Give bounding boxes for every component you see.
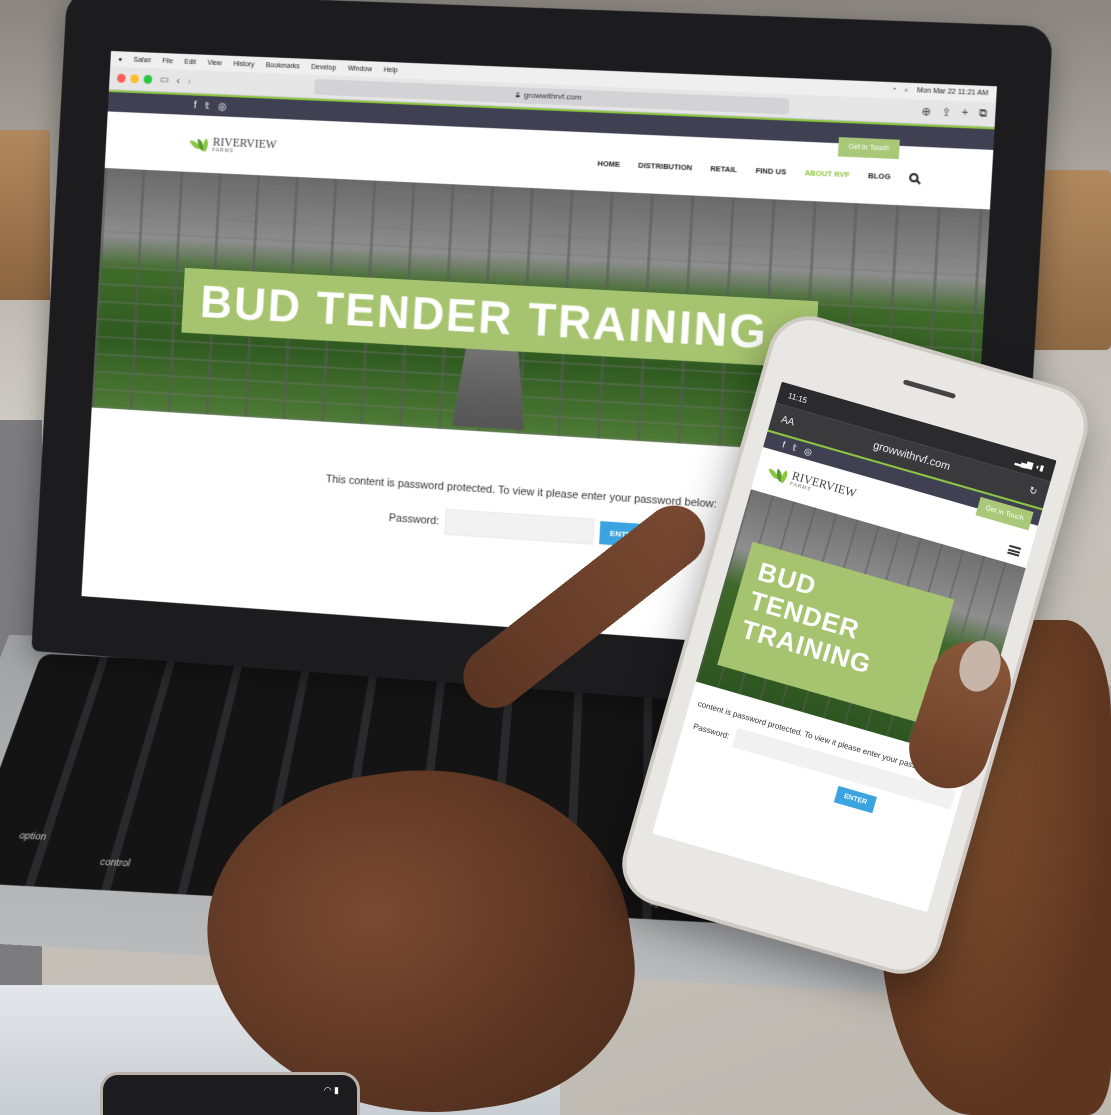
menu-file[interactable]: File [162, 57, 173, 64]
nav-home[interactable]: HOME [597, 159, 620, 169]
wood-shelf-left [0, 130, 50, 300]
get-in-touch-button[interactable]: Get in Touch [837, 137, 900, 160]
second-phone: ◠ ▮ [100, 1072, 360, 1115]
address-bar-url: growwithrvf.com [523, 90, 582, 102]
phone-facebook-icon[interactable]: f [781, 439, 786, 449]
greenhouse-walkway [451, 339, 524, 431]
password-input[interactable] [444, 508, 595, 545]
phone-leaf-logo-icon [768, 465, 791, 484]
menu-develop[interactable]: Develop [311, 63, 336, 71]
sidebar-icon[interactable]: ▭ [160, 75, 170, 86]
text-size-button[interactable]: AA [780, 414, 796, 428]
menu-bookmarks[interactable]: Bookmarks [266, 62, 300, 70]
menu-window[interactable]: Window [348, 65, 373, 73]
menu-safari[interactable]: Safari [133, 56, 151, 64]
phone-twitter-icon[interactable]: 𝕥 [791, 442, 798, 454]
new-tab-icon[interactable]: + [961, 106, 968, 120]
nav-distribution[interactable]: DISTRIBUTION [638, 161, 692, 172]
twitter-icon[interactable]: 𝕥 [205, 100, 210, 111]
menu-history[interactable]: History [233, 60, 254, 68]
menu-view[interactable]: View [207, 59, 222, 66]
password-label: Password: [388, 512, 440, 528]
nav-retail[interactable]: RETAIL [710, 164, 737, 174]
menubar-clock[interactable]: Mon Mar 22 11:21 AM [917, 87, 989, 98]
phone-enter-button[interactable]: ENTER [833, 785, 877, 814]
wifi-icon[interactable]: ◔ [892, 86, 897, 94]
search-icon[interactable] [908, 172, 919, 183]
download-icon[interactable]: ⊕ [921, 105, 931, 119]
leaf-logo-icon [189, 137, 212, 152]
tabs-overview-icon[interactable]: ⧉ [978, 107, 987, 121]
key-option-left[interactable]: option [18, 830, 48, 842]
back-icon[interactable]: ‹ [176, 75, 180, 87]
nav-find-us[interactable]: FIND US [755, 166, 786, 177]
hamburger-menu-icon[interactable] [1007, 544, 1022, 557]
menu-edit[interactable]: Edit [184, 58, 196, 65]
close-window-button[interactable] [116, 73, 126, 83]
signal-battery-icon: ▂▄▆ ◖▮ [1014, 455, 1046, 473]
forward-icon[interactable]: › [187, 75, 191, 87]
hero-title: BUD TENDER TRAINING [198, 275, 770, 359]
zoom-window-button[interactable] [143, 74, 153, 84]
lock-icon: 🔒︎ [515, 89, 521, 99]
window-controls [116, 73, 153, 84]
site-logo[interactable]: RIVERVIEW FARMS [189, 135, 277, 157]
search-spotlight-icon[interactable]: ⌕ [904, 87, 908, 95]
phone-instagram-icon[interactable]: ◎ [803, 445, 813, 458]
reload-icon[interactable]: ↻ [1028, 485, 1039, 498]
menu-help[interactable]: Help [384, 66, 398, 74]
apple-icon[interactable]: ● [118, 56, 122, 63]
facebook-icon[interactable]: f [193, 100, 196, 111]
second-phone-status-icon: ◠ ▮ [323, 1085, 339, 1095]
nav-blog[interactable]: BLOG [868, 171, 891, 181]
share-icon[interactable]: ⇪ [941, 106, 951, 120]
phone-hero-band: BUD TENDER TRAINING [717, 541, 955, 723]
nav-about-rvf[interactable]: ABOUT RVF [804, 168, 849, 179]
minimize-window-button[interactable] [130, 74, 140, 84]
phone-speaker [902, 379, 957, 399]
key-control[interactable]: control [99, 856, 132, 869]
phone-time: 11:15 [787, 390, 809, 405]
main-nav: HOME DISTRIBUTION RETAIL FIND US ABOUT R… [597, 159, 919, 183]
instagram-icon[interactable]: ◎ [218, 101, 227, 112]
phone-password-label: Password: [692, 721, 731, 741]
